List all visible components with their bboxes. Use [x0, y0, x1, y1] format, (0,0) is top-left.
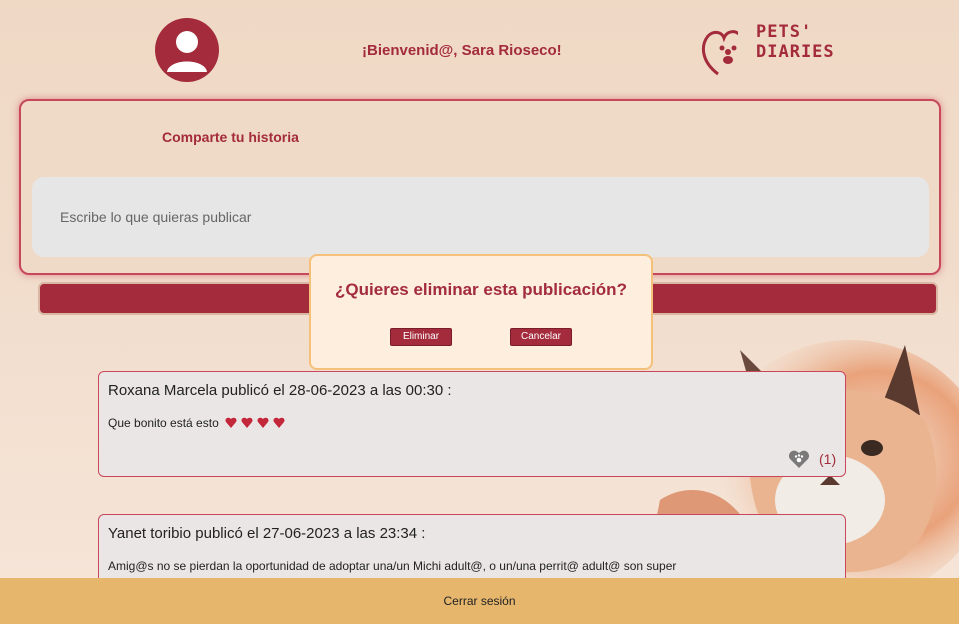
- share-title: Comparte tu historia: [162, 129, 299, 145]
- logo-text: PETS' DIARIES: [726, 22, 835, 62]
- post-card: Roxana Marcela publicó el 28-06-2023 a l…: [98, 371, 846, 477]
- dialog-title: ¿Quieres eliminar esta publicación?: [335, 280, 627, 299]
- post-header: Roxana Marcela publicó el 28-06-2023 a l…: [108, 382, 452, 399]
- logo-line-2: DIARIES: [756, 42, 835, 62]
- post-text: Amig@s no se pierdan la oportunidad de a…: [108, 559, 677, 573]
- welcome-message: ¡Bienvenid@, Sara Rioseco!: [362, 42, 562, 59]
- post-text: Que bonito está esto: [108, 416, 219, 430]
- like-count: (1): [819, 451, 837, 467]
- user-avatar-icon[interactable]: [155, 18, 219, 82]
- heart-emoji-icons: [222, 416, 287, 430]
- like-paw-heart-icon[interactable]: [788, 448, 810, 470]
- post-header: Yanet toribio publicó el 27-06-2023 a la…: [108, 525, 426, 542]
- post-body: Amig@s no se pierdan la oportunidad de a…: [108, 559, 676, 573]
- cancel-button[interactable]: Cancelar: [510, 328, 572, 346]
- delete-confirm-dialog: ¿Quieres eliminar esta publicación? Elim…: [309, 254, 653, 370]
- header: ¡Bienvenid@, Sara Rioseco! PETS' DIARIES: [0, 0, 959, 96]
- logo-line-1: PETS': [756, 22, 813, 42]
- post-input[interactable]: [32, 177, 929, 257]
- share-story-panel: Comparte tu historia: [19, 99, 941, 275]
- pets-diaries-logo: PETS' DIARIES: [698, 22, 834, 82]
- confirm-delete-button[interactable]: Eliminar: [390, 328, 452, 346]
- post-body: Que bonito está esto: [108, 416, 287, 430]
- logout-button[interactable]: Cerrar sesión: [0, 578, 959, 624]
